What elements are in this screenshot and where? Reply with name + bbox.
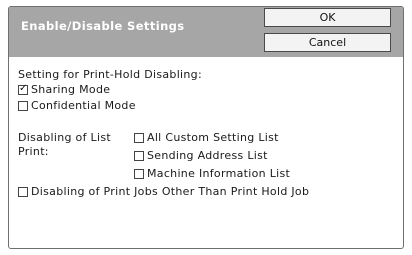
print-jobs-option[interactable]: Disabling of Print Jobs Other Than Print… xyxy=(18,185,309,198)
machine-information-list-label: Machine Information List xyxy=(147,167,291,180)
settings-dialog: Enable/Disable Settings OK Cancel Settin… xyxy=(8,6,404,249)
all-custom-setting-list-option[interactable]: All Custom Setting List xyxy=(134,131,279,144)
machine-information-list-checkbox[interactable] xyxy=(134,168,144,179)
dialog-title: Enable/Disable Settings xyxy=(21,19,185,33)
ok-button[interactable]: OK xyxy=(264,8,391,27)
sharing-mode-label: Sharing Mode xyxy=(31,83,111,96)
confidential-mode-checkbox[interactable] xyxy=(18,100,28,111)
sharing-mode-option[interactable]: ✓ Sharing Mode xyxy=(18,83,110,96)
sending-address-list-option[interactable]: Sending Address List xyxy=(134,149,268,162)
sending-address-list-label: Sending Address List xyxy=(147,149,268,162)
print-hold-heading: Setting for Print-Hold Disabling: xyxy=(18,68,202,81)
list-print-heading-line1: Disabling of List xyxy=(18,131,111,144)
dialog-header: Enable/Disable Settings OK Cancel xyxy=(9,7,403,57)
checkmark-icon: ✓ xyxy=(19,82,28,94)
list-print-heading-line2: Print: xyxy=(18,145,49,158)
confidential-mode-label: Confidential Mode xyxy=(31,99,136,112)
sharing-mode-checkbox[interactable]: ✓ xyxy=(18,82,28,95)
confidential-mode-option[interactable]: Confidential Mode xyxy=(18,99,136,112)
print-jobs-checkbox[interactable] xyxy=(18,186,28,197)
sending-address-list-checkbox[interactable] xyxy=(134,150,144,161)
all-custom-setting-list-checkbox[interactable] xyxy=(134,132,144,143)
machine-information-list-option[interactable]: Machine Information List xyxy=(134,167,290,180)
all-custom-setting-list-label: All Custom Setting List xyxy=(147,131,279,144)
cancel-button[interactable]: Cancel xyxy=(264,33,391,52)
print-jobs-label: Disabling of Print Jobs Other Than Print… xyxy=(31,185,310,198)
